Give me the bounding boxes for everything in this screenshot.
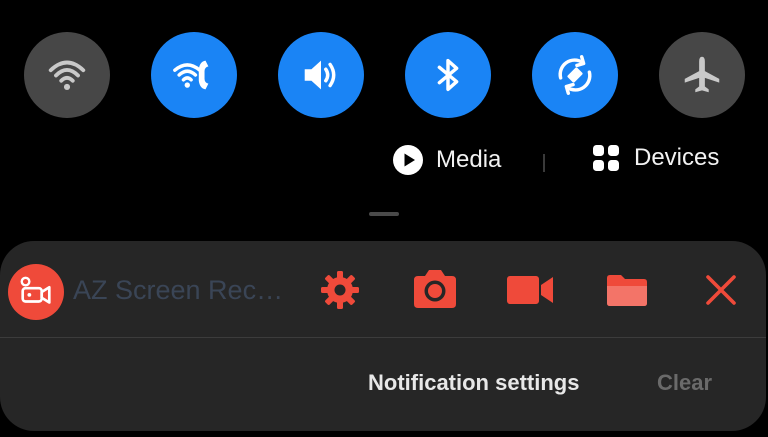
screenshot-action-button[interactable] bbox=[408, 265, 462, 315]
devices-button[interactable]: Devices bbox=[592, 144, 719, 172]
devices-grid-icon bbox=[593, 145, 619, 171]
wifi-icon bbox=[48, 60, 86, 91]
play-icon bbox=[393, 145, 423, 175]
media-devices-separator bbox=[543, 154, 545, 172]
camera-icon bbox=[414, 270, 456, 308]
bluetooth-icon bbox=[437, 58, 459, 92]
close-icon bbox=[706, 275, 736, 305]
app-icon bbox=[8, 264, 64, 320]
notification-panel: AZ Screen Rec… Notification settings Cle… bbox=[0, 241, 766, 431]
airplane-mode-toggle[interactable] bbox=[659, 32, 745, 118]
app-name: AZ Screen Rec… bbox=[73, 275, 283, 305]
media-label: Media bbox=[436, 146, 502, 173]
auto-rotate-icon bbox=[558, 55, 592, 95]
screen-recorder-notification[interactable]: AZ Screen Rec… bbox=[0, 241, 766, 337]
sound-toggle[interactable] bbox=[278, 32, 364, 118]
background-peek bbox=[270, 431, 450, 437]
close-action-button[interactable] bbox=[694, 265, 748, 315]
panel-drag-handle[interactable] bbox=[369, 212, 399, 216]
auto-rotate-toggle[interactable] bbox=[532, 32, 618, 118]
media-devices-row: Media Devices bbox=[0, 140, 768, 186]
folder-icon bbox=[607, 275, 647, 306]
wifi-calling-toggle[interactable] bbox=[151, 32, 237, 118]
notification-settings-button[interactable]: Notification settings bbox=[368, 370, 579, 396]
folder-action-button[interactable] bbox=[600, 265, 654, 315]
clear-button[interactable]: Clear bbox=[657, 370, 712, 396]
airplane-icon bbox=[684, 56, 720, 93]
video-camera-app-icon bbox=[20, 276, 51, 304]
wifi-toggle[interactable] bbox=[24, 32, 110, 118]
record-action-button[interactable] bbox=[503, 265, 557, 315]
sound-icon bbox=[304, 60, 336, 90]
panel-footer: Notification settings Clear bbox=[0, 338, 766, 431]
quick-settings-toggles bbox=[0, 0, 768, 150]
wifi-calling-icon bbox=[173, 60, 209, 90]
video-camera-icon bbox=[507, 276, 553, 304]
gear-icon bbox=[321, 271, 359, 309]
settings-action-button[interactable] bbox=[313, 265, 367, 315]
bluetooth-toggle[interactable] bbox=[405, 32, 491, 118]
devices-label: Devices bbox=[634, 144, 720, 171]
media-button[interactable]: Media bbox=[392, 144, 501, 176]
